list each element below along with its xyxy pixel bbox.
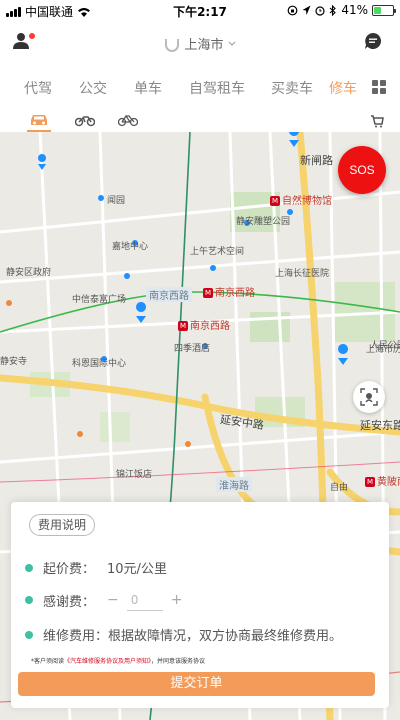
bullet-icon <box>25 563 33 572</box>
notice-prefix: *客户须阅读 <box>31 658 65 665</box>
tab-buy-sell-car[interactable]: 买卖车 <box>271 78 313 98</box>
tab-daijia[interactable]: 代驾 <box>24 78 52 98</box>
submit-order-button[interactable]: 提交订单 <box>18 672 375 696</box>
map-label-jingan-temple: 静安寺 <box>0 357 28 367</box>
chevron-down-icon <box>228 41 235 46</box>
map-label-jinjiang: 锦江饭店 <box>116 470 153 480</box>
start-fee-label: 起价费： <box>43 562 96 577</box>
battery-percent: 41% <box>341 3 368 17</box>
tab-car-repair[interactable]: 修车 <box>329 78 357 98</box>
map-label-nanjing-road: 南京西路 <box>146 287 192 302</box>
map-label-kerry: 科恩国际中心 <box>72 359 127 369</box>
city-name: 上海市 <box>184 38 224 53</box>
battery-icon <box>372 4 396 16</box>
map-label-huaihai: 淮海路 <box>216 477 252 492</box>
sos-button[interactable]: SOS <box>338 146 386 194</box>
bullet-icon <box>25 630 33 639</box>
map-label-huangpi: M黄陂南路 <box>365 477 400 488</box>
agreement-notice: *客户须阅读《汽车维修服务协议及用户须知》，并同意该服务协议 <box>31 656 205 665</box>
tip-stepper: − 0 + <box>107 589 182 611</box>
status-right: 41% <box>287 3 396 17</box>
metro-icon: M <box>178 321 188 331</box>
chat-bubble-icon <box>365 32 382 49</box>
orientation-lock-icon <box>287 5 298 15</box>
grid-menu-icon[interactable] <box>372 80 386 94</box>
map-label-art-space: 上午艺术空间 <box>190 247 245 257</box>
tab-bus[interactable]: 公交 <box>79 78 107 98</box>
map-label-plaza: 嘉地中心 <box>112 242 149 252</box>
map-label-wenyuan: 闻园 <box>107 196 126 206</box>
cart-button[interactable] <box>370 113 384 128</box>
metro-icon: M <box>203 288 213 298</box>
map-label-long-hospital: 上海长征医院 <box>275 269 330 279</box>
bluetooth-icon <box>329 4 337 16</box>
motorcycle-icon <box>74 116 96 127</box>
map-label-jingan-gov: 静安区政府 <box>6 268 52 278</box>
map-label-yanan-e: 延安东路 <box>360 419 400 432</box>
alarm-icon <box>315 5 325 16</box>
map-label-jingan-sculpture: 静安雕塑公园 <box>236 217 291 227</box>
fee-explain-button[interactable]: 费用说明 <box>29 514 96 536</box>
agreement-link[interactable]: 《汽车维修服务协议及用户须知》 <box>64 658 151 665</box>
tab-bike[interactable]: 单车 <box>134 78 162 98</box>
map-label-museum: M 自然博物馆 <box>270 196 332 207</box>
map-label-sijin: 四季酒店 <box>174 344 211 354</box>
map-label-nanjing-station-1: M 南京西路 <box>203 288 255 299</box>
map-label-xinzha: 新闸路 <box>300 154 333 167</box>
location-arrow-icon <box>302 5 311 15</box>
notice-suffix: ，并同意该服务协议 <box>151 658 206 665</box>
status-bar: 中国联通 下午2:17 41% <box>0 0 400 22</box>
vehicle-type-tabs <box>0 110 400 132</box>
cart-icon <box>371 115 384 128</box>
map-label-art-museum: 上海市历史 <box>366 345 400 355</box>
tab-car-rental[interactable]: 自驾租车 <box>189 78 245 98</box>
bicycle-icon <box>117 114 139 127</box>
car-icon <box>31 115 47 125</box>
tip-label: 感谢费： <box>43 594 96 610</box>
top-bar: 上海市 <box>0 22 400 66</box>
battery-fill <box>374 6 381 14</box>
metro-icon: M <box>365 477 375 487</box>
locate-button[interactable] <box>353 381 385 413</box>
start-fee-value: 10元/公里 <box>107 562 167 577</box>
tip-input[interactable]: 0 <box>126 589 163 611</box>
tip-plus-button[interactable]: + <box>171 592 183 608</box>
subtab-car[interactable] <box>27 112 51 132</box>
subtab-bicycle[interactable] <box>117 112 139 128</box>
map-label-zhongxin: 中信泰富广场 <box>72 295 127 305</box>
metro-icon: M <box>270 196 280 206</box>
repair-fee-row: 维修费用：根据故障情况，双方协商最终维修费用。 <box>25 625 342 644</box>
logo-icon <box>165 38 180 52</box>
tip-row: 感谢费： − 0 + <box>25 589 182 611</box>
service-tabs: 代驾 公交 单车 自驾租车 买卖车 修车 <box>0 66 400 110</box>
map-label-zili: 自由 <box>330 483 349 493</box>
locate-icon <box>360 388 378 406</box>
city-selector[interactable]: 上海市 <box>0 34 400 53</box>
message-button[interactable] <box>364 32 386 54</box>
subtab-motorcycle[interactable] <box>74 112 96 128</box>
order-card: 费用说明 起价费： 10元/公里 感谢费： − 0 + 维修费用：根据故障情况，… <box>11 502 389 708</box>
tip-minus-button[interactable]: − <box>107 592 119 608</box>
bullet-icon <box>25 596 33 604</box>
repair-fee-text: 维修费用：根据故障情况，双方协商最终维修费用。 <box>43 629 343 644</box>
start-fee-row: 起价费： 10元/公里 <box>25 558 167 577</box>
map-label-nanjing-station-2: M 南京西路 <box>178 321 230 332</box>
